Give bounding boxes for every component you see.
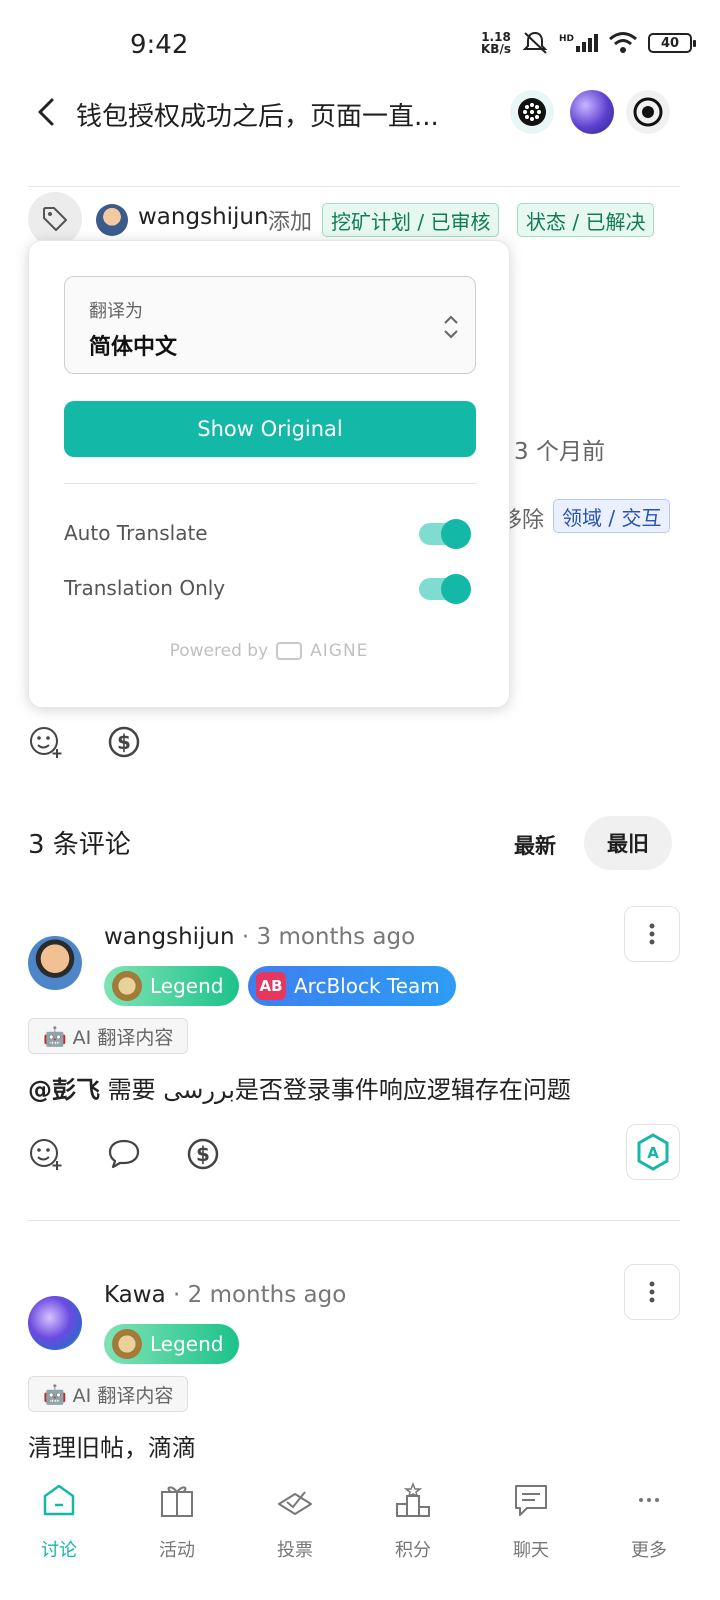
reply-bubble-icon[interactable]: [106, 1136, 142, 1172]
avatar[interactable]: [28, 936, 82, 990]
nav-item-more[interactable]: 更多: [590, 1480, 708, 1580]
mention-link[interactable]: @彭飞: [28, 1076, 100, 1104]
chat-icon: [515, 1485, 547, 1516]
sort-newest-button[interactable]: 最新: [514, 830, 556, 860]
more-vertical-icon: [649, 923, 655, 945]
toggle-knob: [441, 574, 471, 604]
aigne-assistant-button[interactable]: A: [626, 1124, 680, 1180]
powered-by: Powered by AIGNE: [169, 641, 369, 661]
wifi-icon: [609, 32, 637, 53]
bottom-navigation: 讨论 活动 投票 积分 聊天 更多: [0, 1470, 720, 1600]
avatar[interactable]: [96, 204, 128, 236]
robot-icon: 🤖: [43, 1383, 67, 1406]
comment-more-button[interactable]: [624, 1264, 680, 1320]
comment-header: Kawa · 2 months ago: [104, 1282, 346, 1308]
add-reaction-icon[interactable]: [28, 1136, 64, 1172]
sort-oldest-button[interactable]: 最旧: [584, 816, 672, 870]
aigne-logo-icon: [276, 642, 303, 660]
timeline-action: 添加: [268, 210, 313, 235]
ai-translated-label: 🤖 AI 翻译内容: [28, 1018, 189, 1054]
more-icon: [639, 1498, 659, 1502]
svg-text:$: $: [196, 1142, 210, 1166]
podium-icon: [396, 1481, 430, 1517]
nav-item-discussion[interactable]: 讨论: [0, 1480, 118, 1580]
medal-icon: [112, 1329, 142, 1359]
add-reaction-icon[interactable]: [28, 724, 64, 760]
comment-author[interactable]: wangshijun: [104, 924, 235, 950]
comments-count: 3 条评论: [28, 830, 131, 860]
status-time: 9:42: [130, 30, 189, 60]
chevron-up-down-icon: [444, 315, 458, 339]
tag-icon: [43, 207, 67, 231]
tip-dollar-icon[interactable]: $: [106, 724, 142, 760]
language-select-label: 翻译为: [89, 301, 143, 322]
nav-item-activity[interactable]: 活动: [118, 1480, 236, 1580]
page-title: 钱包授权成功之后，页面一直...: [76, 102, 439, 132]
more-vertical-icon: [649, 1281, 655, 1303]
mute-icon: [522, 31, 548, 54]
show-original-button[interactable]: Show Original: [64, 401, 476, 457]
comment-body: @彭飞 需要 بررسی是否登录事件响应逻辑存在问题: [28, 1076, 571, 1104]
divider: [28, 186, 680, 187]
divider: [64, 483, 476, 484]
translation-only-label: Translation Only: [64, 576, 226, 600]
comment-divider: [28, 1220, 680, 1221]
status-indicators: 1.18 KB/s HD 40: [481, 30, 696, 56]
status-bar: 9:42 1.18 KB/s HD 40: [0, 0, 720, 92]
comment-more-button[interactable]: [624, 906, 680, 962]
record-button[interactable]: [626, 90, 670, 134]
powered-by-brand: AIGNE: [310, 641, 369, 661]
network-speed: 1.18 KB/s: [481, 30, 511, 56]
translate-popup: 翻译为 简体中文 Show Original Auto Translate Tr…: [28, 240, 510, 708]
record-icon: [633, 97, 663, 127]
timeline-username[interactable]: wangshijun: [138, 204, 269, 230]
comment-time: · 2 months ago: [173, 1282, 347, 1308]
language-select-value: 简体中文: [89, 335, 178, 360]
dots-grid-icon: [518, 98, 546, 126]
arcblock-app-icon[interactable]: [510, 90, 554, 134]
timeline-time: 3 个月前: [514, 439, 605, 465]
ai-translated-label: 🤖 AI 翻译内容: [28, 1376, 189, 1412]
translation-only-toggle[interactable]: [419, 574, 471, 604]
nav-item-chat[interactable]: 聊天: [472, 1480, 590, 1580]
label-chip-mining[interactable]: 挖矿计划 / 已审核: [322, 203, 500, 237]
aigne-hexagon-icon: A: [637, 1133, 669, 1171]
arcblock-logo-icon: AB: [256, 972, 286, 1000]
back-arrow-icon[interactable]: [30, 94, 66, 130]
user-avatar[interactable]: [570, 90, 614, 134]
badge-arcblock-team[interactable]: AB ArcBlock Team: [248, 966, 456, 1006]
avatar[interactable]: [28, 1296, 82, 1350]
comment-header: wangshijun · 3 months ago: [104, 924, 415, 950]
language-select[interactable]: 翻译为 简体中文: [64, 276, 476, 374]
gift-icon: [161, 1486, 193, 1517]
comment-time: · 3 months ago: [241, 924, 416, 950]
auto-translate-toggle[interactable]: [419, 519, 471, 549]
comment-author[interactable]: Kawa: [104, 1282, 166, 1308]
signal-icon: HD: [559, 34, 598, 52]
vote-icon: [278, 1491, 312, 1515]
nav-item-points[interactable]: 积分: [354, 1480, 472, 1580]
comment-body: 清理旧帖，滴滴: [28, 1434, 196, 1462]
svg-text:$: $: [117, 730, 131, 754]
toggle-knob: [441, 519, 471, 549]
tip-dollar-icon[interactable]: $: [185, 1136, 221, 1172]
timeline-tag-marker: [28, 192, 82, 246]
auto-translate-label: Auto Translate: [64, 521, 208, 545]
svg-text:A: A: [647, 1144, 659, 1162]
label-chip-domain[interactable]: 领域 / 交互: [553, 499, 671, 533]
label-chip-status[interactable]: 状态 / 已解决: [517, 203, 655, 237]
home-icon: [43, 1484, 75, 1516]
top-app-bar: 钱包授权成功之后，页面一直...: [0, 80, 720, 146]
badge-legend[interactable]: Legend: [104, 1324, 240, 1364]
nav-item-vote[interactable]: 投票: [236, 1480, 354, 1580]
robot-icon: 🤖: [43, 1025, 67, 1048]
medal-icon: [112, 971, 142, 1001]
battery-indicator: 40: [648, 33, 696, 53]
badge-legend[interactable]: Legend: [104, 966, 240, 1006]
